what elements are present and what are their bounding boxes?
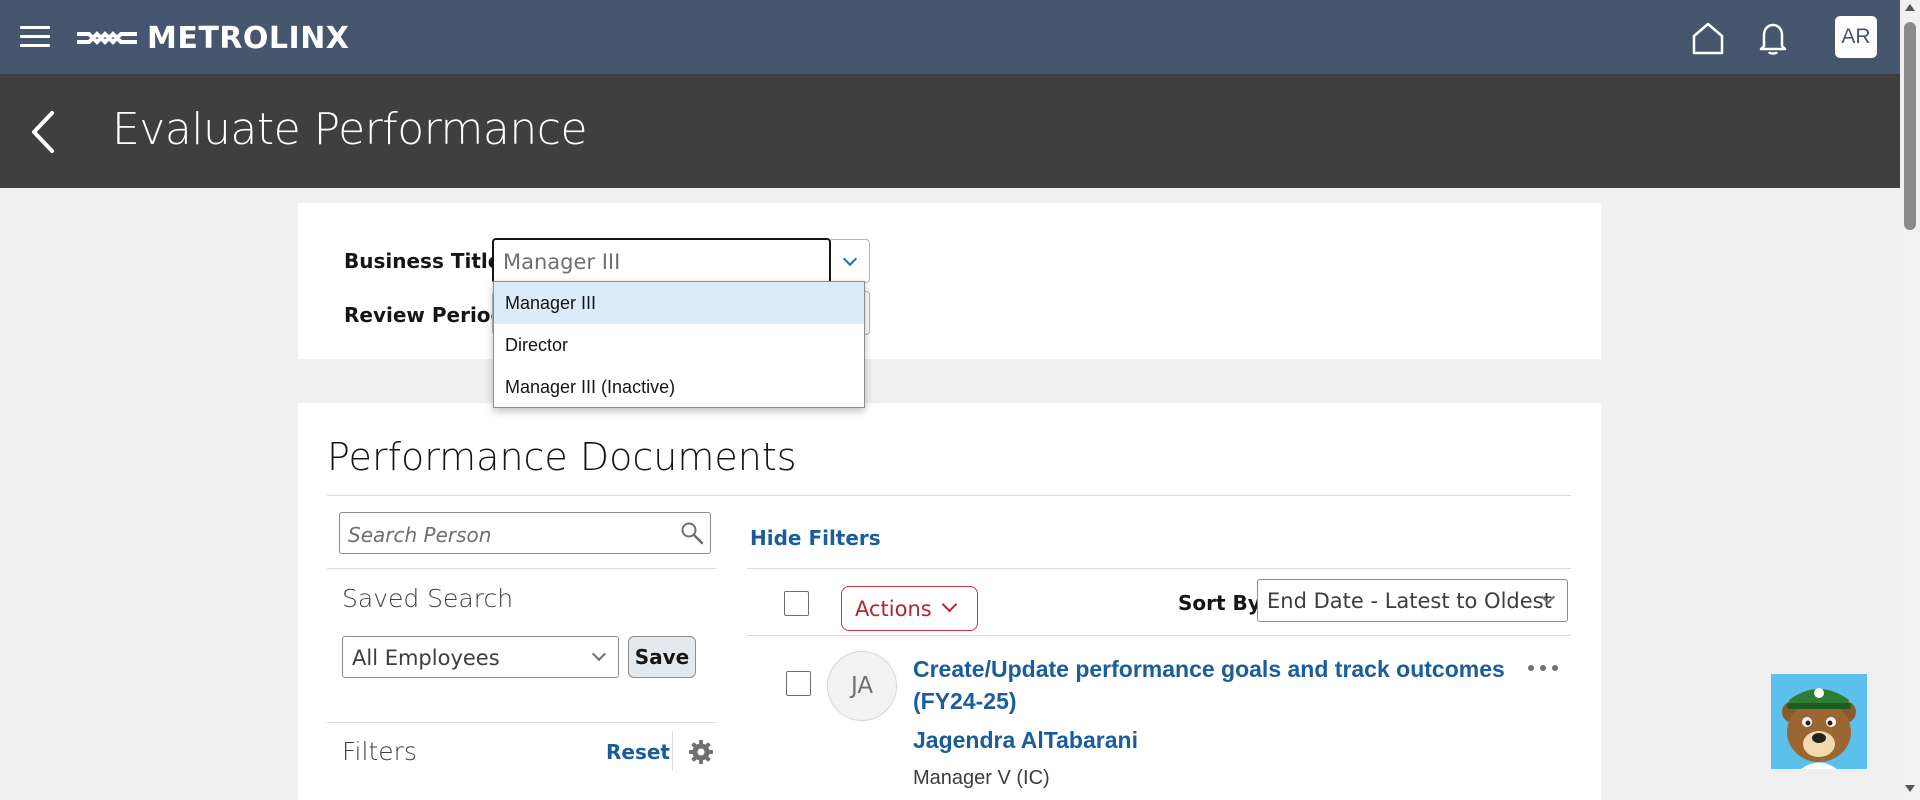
saved-search-select[interactable]: All Employees bbox=[342, 636, 619, 678]
divider bbox=[747, 635, 1571, 636]
scroll-up-arrow-icon[interactable] bbox=[1905, 4, 1915, 11]
actions-button[interactable]: Actions bbox=[841, 586, 978, 631]
divider bbox=[327, 722, 716, 723]
divider bbox=[327, 495, 1571, 496]
top-navigation-bar: METROLINX AR bbox=[0, 0, 1900, 74]
more-options-icon[interactable] bbox=[1528, 665, 1558, 675]
performance-documents-panel: Performance Documents Search Person Hide… bbox=[298, 403, 1601, 800]
filters-label: Filters bbox=[342, 737, 417, 766]
dropdown-option-director[interactable]: Director bbox=[494, 324, 864, 366]
sort-by-label: Sort By bbox=[1178, 591, 1261, 615]
scrollbar-thumb[interactable] bbox=[1904, 22, 1916, 230]
user-avatar-button[interactable]: AR bbox=[1835, 16, 1877, 58]
divider bbox=[747, 568, 1571, 569]
save-button[interactable]: Save bbox=[628, 636, 696, 678]
divider bbox=[327, 568, 716, 569]
divider bbox=[672, 731, 673, 771]
select-all-checkbox[interactable] bbox=[784, 591, 809, 616]
dropdown-option-manager-iii[interactable]: Manager III bbox=[494, 282, 864, 324]
person-name-link[interactable]: Jagendra AlTabarani bbox=[913, 727, 1138, 754]
business-title-dropdown-button[interactable] bbox=[831, 239, 870, 283]
business-title-label: Business Title bbox=[344, 249, 502, 273]
chevron-down-icon bbox=[941, 596, 958, 613]
vertical-scrollbar[interactable] bbox=[1900, 0, 1920, 800]
avatar: JA bbox=[827, 651, 897, 721]
document-title-link[interactable]: Create/Update performance goals and trac… bbox=[913, 653, 1513, 717]
scroll-down-arrow-icon[interactable] bbox=[1905, 785, 1915, 792]
dropdown-option-manager-iii-inactive[interactable]: Manager III (Inactive) bbox=[494, 366, 864, 408]
person-role: Manager V (IC) bbox=[913, 767, 1050, 789]
search-placeholder: Search Person bbox=[348, 523, 492, 547]
hamburger-menu-icon[interactable] bbox=[20, 26, 50, 48]
sort-by-select[interactable]: End Date - Latest to Oldest bbox=[1257, 579, 1568, 622]
page-header: Evaluate Performance bbox=[0, 74, 1900, 188]
chatbot-assistant-button[interactable] bbox=[1771, 674, 1867, 769]
row-checkbox[interactable] bbox=[786, 671, 811, 696]
review-period-label: Review Period bbox=[344, 303, 505, 327]
search-person-input[interactable]: Search Person bbox=[339, 512, 711, 554]
metrolinx-wave-logo-icon bbox=[77, 31, 137, 45]
gear-icon[interactable] bbox=[688, 739, 714, 765]
reset-link[interactable]: Reset bbox=[606, 740, 670, 764]
brand-name: METROLINX bbox=[147, 20, 350, 56]
search-icon[interactable] bbox=[680, 521, 704, 545]
metrolinx-logo[interactable]: METROLINX bbox=[75, 18, 349, 58]
back-icon[interactable] bbox=[28, 109, 58, 155]
actions-label: Actions bbox=[855, 596, 932, 621]
business-title-dropdown-list: Manager III Director Manager III (Inacti… bbox=[493, 281, 865, 408]
bell-icon[interactable] bbox=[1758, 20, 1788, 56]
bear-mascot-icon bbox=[1782, 688, 1856, 769]
hide-filters-link[interactable]: Hide Filters bbox=[750, 526, 881, 550]
saved-search-label: Saved Search bbox=[342, 584, 514, 613]
home-icon[interactable] bbox=[1690, 20, 1726, 56]
business-title-input[interactable]: Manager III bbox=[492, 238, 831, 284]
section-title: Performance Documents bbox=[327, 435, 797, 479]
page-title: Evaluate Performance bbox=[112, 104, 588, 155]
